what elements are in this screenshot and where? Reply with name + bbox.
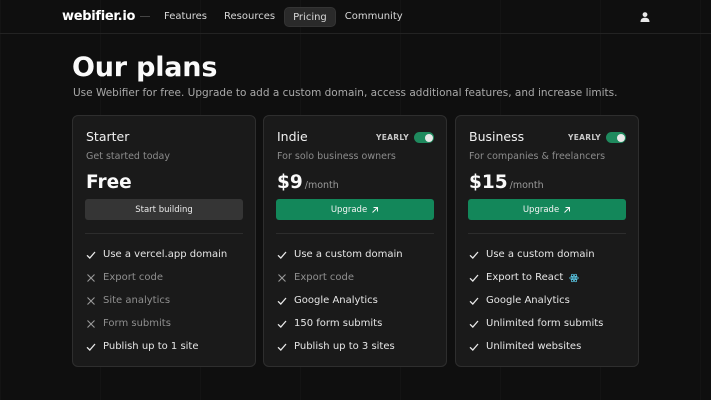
- feature-label: Publish up to 3 sites: [294, 341, 395, 352]
- cross-icon: [87, 296, 95, 305]
- feature-list: Use a vercel.app domain Export code Site…: [86, 243, 227, 358]
- toggle-knob: [616, 133, 625, 142]
- check-icon: [469, 297, 479, 305]
- yearly-toggle[interactable]: [606, 132, 626, 143]
- upgrade-button[interactable]: Upgrade: [276, 199, 434, 220]
- check-icon: [469, 320, 479, 328]
- plan-name: Business: [469, 129, 525, 144]
- plan-price: Free: [86, 172, 132, 193]
- feature-label: Export to React: [486, 272, 564, 283]
- button-label: Upgrade: [330, 204, 368, 215]
- plan-price: $9 /month: [277, 172, 339, 193]
- feature-item: 150 form submits: [277, 312, 403, 335]
- nav-link-features[interactable]: Features: [156, 7, 215, 27]
- card-divider: [468, 233, 626, 234]
- cross-icon: [87, 273, 95, 282]
- feature-label: Use a custom domain: [486, 249, 595, 260]
- feature-item: Google Analytics: [277, 289, 403, 312]
- feature-item: Publish up to 3 sites: [277, 335, 403, 358]
- feature-item: Unlimited websites: [469, 335, 603, 358]
- check-icon: [469, 274, 479, 282]
- feature-label: Publish up to 1 site: [103, 341, 199, 352]
- plan-card-indie: Indie YEARLY For solo business owners $9…: [263, 115, 447, 367]
- yearly-label: YEARLY: [568, 133, 601, 142]
- feature-list: Use a custom domain Export code Google A…: [277, 243, 403, 358]
- start-building-button[interactable]: Start building: [85, 199, 243, 220]
- feature-list: Use a custom domain Export to React Goog…: [469, 243, 603, 358]
- feature-item: Site analytics: [86, 289, 227, 312]
- feature-label: Unlimited websites: [486, 341, 582, 352]
- user-icon[interactable]: [639, 11, 651, 23]
- page-subtitle: Use Webifier for free. Upgrade to add a …: [73, 87, 618, 99]
- feature-label: Google Analytics: [486, 295, 570, 306]
- plan-card-business: Business YEARLY For companies & freelanc…: [455, 115, 639, 367]
- card-divider: [85, 233, 243, 234]
- feature-label: Form submits: [103, 318, 171, 329]
- check-icon: [86, 343, 96, 351]
- plan-price: $15 /month: [469, 172, 544, 193]
- yearly-label: YEARLY: [376, 133, 409, 142]
- page-title: Our plans: [72, 52, 218, 83]
- plan-description: For companies & freelancers: [469, 151, 606, 162]
- feature-item: Use a custom domain: [277, 243, 403, 266]
- card-divider: [276, 233, 434, 234]
- feature-label: Google Analytics: [294, 295, 378, 306]
- check-icon: [469, 343, 479, 351]
- feature-label: Export code: [294, 272, 355, 283]
- plan-description: For solo business owners: [277, 151, 396, 162]
- yearly-toggle[interactable]: [414, 132, 434, 143]
- check-icon: [277, 320, 287, 328]
- plan-name: Indie: [277, 129, 308, 144]
- feature-label: Unlimited form submits: [486, 318, 604, 329]
- feature-item: Use a vercel.app domain: [86, 243, 227, 266]
- button-label: Upgrade: [522, 204, 560, 215]
- price-amount: $15: [469, 172, 508, 193]
- plan-description: Get started today: [86, 151, 170, 162]
- feature-label: Export code: [103, 272, 164, 283]
- plan-card-starter: Starter Get started today Free Start bui…: [72, 115, 256, 367]
- feature-item: Form submits: [86, 312, 227, 335]
- arrow-up-right-icon: [564, 206, 571, 213]
- price-unit: /month: [509, 180, 544, 191]
- nav-link-resources[interactable]: Resources: [216, 7, 283, 27]
- price-amount: Free: [86, 172, 132, 193]
- top-navbar: webifier.io Features Resources Pricing C…: [0, 0, 711, 34]
- nav-separator: [140, 16, 150, 17]
- upgrade-button[interactable]: Upgrade: [468, 199, 626, 220]
- feature-item: Unlimited form submits: [469, 312, 603, 335]
- feature-item: Export to React: [469, 266, 603, 289]
- nav-links: Features Resources Pricing Community: [156, 7, 412, 27]
- toggle-knob: [424, 133, 433, 142]
- check-icon: [277, 343, 287, 351]
- feature-item: Use a custom domain: [469, 243, 603, 266]
- site-logo[interactable]: webifier.io: [62, 9, 135, 24]
- price-amount: $9: [277, 172, 303, 193]
- button-label: Start building: [135, 204, 193, 215]
- arrow-up-right-icon: [372, 206, 379, 213]
- feature-item: Export code: [277, 266, 403, 289]
- cross-icon: [87, 319, 95, 328]
- feature-item: Publish up to 1 site: [86, 335, 227, 358]
- feature-label: Site analytics: [103, 295, 171, 306]
- nav-link-pricing[interactable]: Pricing: [284, 7, 336, 27]
- feature-item: Export code: [86, 266, 227, 289]
- cross-icon: [278, 273, 286, 282]
- react-icon: [569, 273, 579, 282]
- check-icon: [277, 251, 287, 259]
- yearly-toggle-group: YEARLY: [568, 132, 626, 143]
- check-icon: [469, 251, 479, 259]
- feature-label: Use a vercel.app domain: [103, 249, 228, 260]
- feature-item: Google Analytics: [469, 289, 603, 312]
- feature-label: Use a custom domain: [294, 249, 403, 260]
- check-icon: [86, 251, 96, 259]
- feature-label: 150 form submits: [294, 318, 383, 329]
- plan-name: Starter: [86, 129, 130, 144]
- price-unit: /month: [304, 180, 339, 191]
- nav-link-community[interactable]: Community: [337, 7, 411, 27]
- yearly-toggle-group: YEARLY: [376, 132, 434, 143]
- check-icon: [277, 297, 287, 305]
